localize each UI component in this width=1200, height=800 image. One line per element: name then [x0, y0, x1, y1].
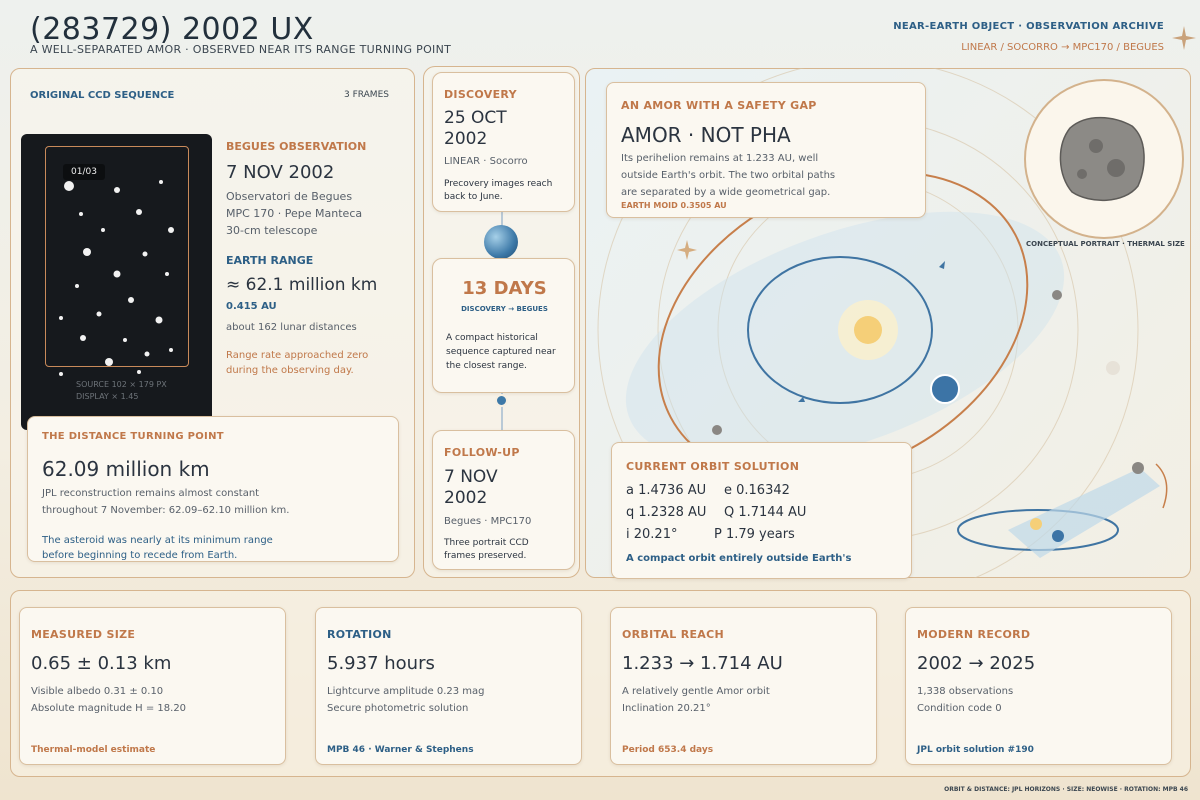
record-line2: Condition code 0 [917, 703, 1002, 714]
begues-kicker: BEGUES OBSERVATION [226, 140, 367, 153]
sources-label: LINEAR / SOCORRO → MPC170 / BEGUES [961, 42, 1164, 53]
orbit-kicker: CURRENT ORBIT SOLUTION [626, 460, 800, 473]
size-line1: Visible albedo 0.31 ± 0.10 [31, 686, 164, 697]
begues-line2: MPC 170 · Pepe Manteca [226, 207, 363, 220]
range-value: ≈ 62.1 million km [226, 275, 378, 295]
moid-value: EARTH MOID 0.3505 AU [621, 201, 727, 210]
size-line2: Absolute magnitude H = 18.20 [31, 703, 187, 714]
record-foot: JPL orbit solution #190 [917, 745, 1034, 755]
timeline-node [495, 394, 508, 407]
compass-star-icon [1172, 26, 1196, 50]
stat-card-rotation: ROTATION 5.937 hours Lightcurve amplitud… [315, 607, 582, 765]
orbit-note: A compact orbit entirely outside Earth's [626, 553, 852, 564]
orbit-solution-card: CURRENT ORBIT SOLUTION a 1.4736 AU e 0.1… [611, 442, 912, 579]
turning-point-card: THE DISTANCE TURNING POINT 62.09 million… [27, 416, 399, 562]
page-title: (283729) 2002 UX [30, 12, 314, 47]
discovery-date: 25 OCT 2002 [444, 108, 507, 149]
earth-icon [484, 225, 518, 259]
lunar-distance: about 162 lunar distances [226, 322, 357, 333]
stat-card-modern-record: MODERN RECORD 2002 → 2025 1,338 observat… [905, 607, 1172, 765]
turning-note: The asteroid was nearly at its minimum r… [42, 535, 273, 561]
followup-card: FOLLOW-UP 7 NOV 2002 Begues · MPC170 Thr… [432, 430, 575, 570]
amor-kicker: AN AMOR WITH A SAFETY GAP [621, 99, 817, 112]
archive-label: NEAR-EARTH OBJECT · OBSERVATION ARCHIVE [893, 21, 1164, 32]
discovery-card: DISCOVERY 25 OCT 2002 LINEAR · Socorro P… [432, 72, 575, 212]
range-kicker: EARTH RANGE [226, 254, 314, 267]
turning-desc: JPL reconstruction remains almost consta… [42, 488, 290, 516]
record-line1: 1,338 observations [917, 686, 1014, 697]
reach-line2: Inclination 20.21° [622, 703, 711, 714]
size-kicker: MEASURED SIZE [31, 628, 136, 641]
reach-kicker: ORBITAL REACH [622, 628, 724, 641]
interval-card: 13 DAYS DISCOVERY → BEGUES A compact his… [432, 258, 575, 393]
interval-note: A compact historical sequence captured n… [446, 333, 556, 371]
reach-line1: A relatively gentle Amor orbit [622, 686, 770, 697]
begues-line1: Observatori de Begues [226, 190, 353, 203]
size-value: 0.65 ± 0.13 km [31, 653, 172, 674]
frame-badge: 01/03 [63, 164, 105, 180]
inclination-diagram [957, 462, 1168, 558]
followup-note: Three portrait CCD frames preserved. [444, 538, 529, 561]
interval-days: 13 DAYS [462, 278, 547, 299]
stat-card-orbital-reach: ORBITAL REACH 1.233 → 1.714 AU A relativ… [610, 607, 877, 765]
amor-desc: Its perihelion remains at 1.233 AU, well… [621, 153, 836, 198]
rotation-kicker: ROTATION [327, 628, 392, 641]
range-au: 0.415 AU [226, 301, 277, 312]
ccd-frame-viewer[interactable]: 01/03 SOURCE 102 × 179 PX DISPLAY × 1.45 [21, 134, 212, 430]
frame-count: 3 FRAMES [344, 90, 389, 100]
turning-value: 62.09 million km [42, 457, 210, 481]
discovery-note: Precovery images reach back to June. [444, 179, 553, 202]
orbit-a: a 1.4736 AU [626, 483, 707, 498]
reach-foot: Period 653.4 days [622, 745, 714, 755]
range-rate-note: Range rate approached zero during the ob… [226, 350, 369, 376]
source-line: SOURCE 102 × 179 PX [76, 380, 167, 389]
rotation-line1: Lightcurve amplitude 0.23 mag [327, 686, 485, 697]
record-kicker: MODERN RECORD [917, 628, 1031, 641]
stat-card-size: MEASURED SIZE 0.65 ± 0.13 km Visible alb… [19, 607, 286, 765]
record-value: 2002 → 2025 [917, 653, 1036, 674]
rotation-foot: MPB 46 · Warner & Stephens [327, 745, 474, 755]
amor-title: AMOR · NOT PHA [621, 123, 791, 147]
orbit-q: q 1.2328 AU [626, 505, 707, 520]
portrait-caption: CONCEPTUAL PORTRAIT · THERMAL SIZE [1026, 240, 1185, 248]
asteroid-icon [1059, 116, 1145, 202]
orbit-i: i 20.21° [626, 527, 678, 542]
followup-date: 7 NOV 2002 [444, 467, 498, 508]
ccd-title: ORIGINAL CCD SEQUENCE [30, 90, 175, 101]
discovery-site: LINEAR · Socorro [444, 156, 528, 167]
display-line: DISPLAY × 1.45 [76, 392, 139, 401]
followup-site: Begues · MPC170 [444, 516, 532, 527]
rotation-value: 5.937 hours [327, 653, 435, 674]
rotation-line2: Secure photometric solution [327, 703, 469, 714]
credits-line: ORBIT & DISTANCE: JPL HORIZONS · SIZE: N… [944, 786, 1188, 793]
orbit-Q: Q 1.7144 AU [724, 505, 807, 520]
size-foot: Thermal-model estimate [31, 745, 156, 755]
amor-card: AN AMOR WITH A SAFETY GAP AMOR · NOT PHA… [606, 82, 926, 218]
reach-value: 1.233 → 1.714 AU [622, 653, 783, 674]
turning-kicker: THE DISTANCE TURNING POINT [42, 431, 224, 442]
begues-line3: 30-cm telescope [226, 224, 318, 237]
interval-span: DISCOVERY → BEGUES [461, 305, 548, 313]
orbit-e: e 0.16342 [724, 483, 790, 498]
followup-kicker: FOLLOW-UP [444, 446, 520, 459]
begues-date: 7 NOV 2002 [226, 162, 335, 183]
discovery-kicker: DISCOVERY [444, 88, 517, 101]
orbit-P: P 1.79 years [714, 527, 795, 542]
page-subtitle: A WELL-SEPARATED AMOR · OBSERVED NEAR IT… [30, 43, 452, 56]
